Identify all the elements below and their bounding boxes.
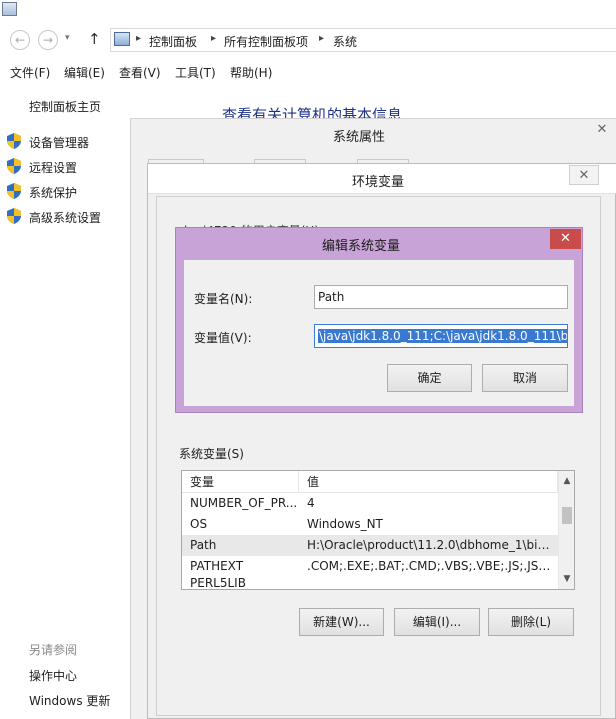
- edit-dialog-cancel-button[interactable]: 取消: [482, 364, 568, 392]
- row-variable-value: Windows_NT: [307, 517, 383, 531]
- system-protection-link[interactable]: 系统保护: [29, 184, 77, 201]
- action-center-link[interactable]: 操作中心: [29, 667, 77, 684]
- edit-system-variable-dialog: 编辑系统变量 ✕ 变量名(N): Path 变量值(V): \java\jdk1…: [175, 227, 583, 413]
- table-row-selected[interactable]: Path H:\Oracle\product\11.2.0\dbhome_1\b…: [182, 535, 558, 556]
- menu-file[interactable]: 文件(F): [10, 64, 50, 81]
- row-variable-name: PERL5LIB: [190, 577, 246, 589]
- edit-variable-button[interactable]: 编辑(I)...: [394, 608, 480, 636]
- shield-icon: [7, 208, 21, 224]
- environment-variables-title: 环境变量: [351, 175, 404, 190]
- table-row[interactable]: PERL5LIB: [182, 577, 558, 589]
- delete-variable-button[interactable]: 删除(L): [488, 608, 574, 636]
- breadcrumb-item[interactable]: 所有控制面板项: [224, 33, 308, 50]
- navigation-bar: ← → ▾ ↑ ▸ 控制面板 ▸ 所有控制面板项 ▸ 系统: [0, 28, 616, 54]
- row-variable-value: H:\Oracle\product\11.2.0\dbhome_1\bin...: [307, 538, 555, 552]
- row-variable-value: .COM;.EXE;.BAT;.CMD;.VBS;.VBE;.JS;.JSE;.…: [307, 559, 555, 573]
- system-properties-title: 系统属性: [332, 130, 385, 145]
- advanced-system-settings-link[interactable]: 高级系统设置: [29, 209, 101, 226]
- menu-help[interactable]: 帮助(H): [230, 64, 272, 81]
- chevron-right-icon: ▸: [136, 33, 142, 44]
- device-manager-link[interactable]: 设备管理器: [29, 134, 89, 151]
- chevron-right-icon: ▸: [319, 33, 325, 44]
- shield-icon: [7, 183, 21, 199]
- variable-value-input[interactable]: \java\jdk1.8.0_111;C:\java\jdk1.8.0_111\…: [314, 324, 568, 348]
- menu-view[interactable]: 查看(V): [119, 64, 161, 81]
- variable-value-label: 变量值(V):: [194, 331, 252, 345]
- edit-dialog-body: 变量名(N): Path 变量值(V): \java\jdk1.8.0_111;…: [184, 260, 574, 406]
- close-icon[interactable]: ✕: [569, 165, 599, 185]
- address-bar[interactable]: ▸ 控制面板 ▸ 所有控制面板项 ▸ 系统: [110, 28, 616, 52]
- row-variable-name: PATHEXT: [190, 559, 244, 573]
- back-arrow-icon[interactable]: ←: [10, 30, 30, 50]
- system-variables-label: 系统变量(S): [179, 447, 244, 461]
- table-row[interactable]: PATHEXT .COM;.EXE;.BAT;.CMD;.VBS;.VBE;.J…: [182, 556, 558, 577]
- see-also-heading: 另请参阅: [29, 643, 78, 657]
- new-variable-button[interactable]: 新建(W)...: [299, 608, 384, 636]
- breadcrumb-item[interactable]: 系统: [333, 33, 357, 50]
- menu-tools[interactable]: 工具(T): [175, 64, 216, 81]
- close-icon[interactable]: ✕: [550, 229, 581, 249]
- variable-name-input[interactable]: Path: [314, 285, 568, 309]
- computer-icon: [114, 32, 130, 46]
- close-icon[interactable]: ✕: [587, 120, 616, 140]
- menu-bar: 文件(F) 编辑(E) 查看(V) 工具(T) 帮助(H): [0, 62, 616, 82]
- row-variable-name: Path: [190, 538, 217, 552]
- table-row[interactable]: OS Windows_NT: [182, 514, 558, 535]
- edit-dialog-titlebar: 编辑系统变量 ✕: [176, 228, 582, 258]
- recent-chevron-icon[interactable]: ▾: [65, 33, 70, 43]
- breadcrumb-item[interactable]: 控制面板: [149, 33, 197, 50]
- variable-value-text: \java\jdk1.8.0_111;C:\java\jdk1.8.0_111\…: [318, 329, 567, 343]
- chevron-up-icon[interactable]: ▲: [559, 473, 574, 489]
- system-variables-table[interactable]: 变量 值 NUMBER_OF_PR... 4 OS Windows_NT Pat…: [181, 470, 575, 590]
- app-icon: [2, 2, 17, 16]
- forward-arrow-icon[interactable]: →: [38, 30, 58, 50]
- menu-edit[interactable]: 编辑(E): [64, 64, 105, 81]
- environment-variables-titlebar: 环境变量 ✕: [148, 164, 616, 194]
- row-variable-name: OS: [190, 517, 208, 531]
- shield-icon: [7, 133, 21, 149]
- variable-name-label: 变量名(N):: [194, 292, 253, 306]
- table-row[interactable]: NUMBER_OF_PR... 4: [182, 493, 558, 514]
- system-properties-titlebar: 系统属性 ✕: [131, 119, 616, 149]
- control-panel-home-link[interactable]: 控制面板主页: [29, 98, 101, 115]
- edit-dialog-ok-button[interactable]: 确定: [387, 364, 472, 392]
- edit-dialog-title: 编辑系统变量: [321, 239, 400, 254]
- chevron-down-icon[interactable]: ▼: [559, 571, 574, 587]
- scrollbar-thumb[interactable]: [562, 507, 572, 524]
- vertical-scrollbar[interactable]: ▲ ▼: [558, 471, 574, 589]
- column-header-variable[interactable]: 变量: [182, 471, 299, 493]
- row-variable-value: 4: [307, 496, 315, 510]
- remote-settings-link[interactable]: 远程设置: [29, 159, 77, 176]
- windows-update-link[interactable]: Windows 更新: [29, 692, 110, 709]
- row-variable-name: NUMBER_OF_PR...: [190, 496, 298, 510]
- row-variable-value: [307, 577, 555, 589]
- shield-icon: [7, 158, 21, 174]
- column-header-value[interactable]: 值: [299, 471, 558, 493]
- chevron-right-icon: ▸: [211, 33, 217, 44]
- up-arrow-icon[interactable]: ↑: [88, 30, 101, 48]
